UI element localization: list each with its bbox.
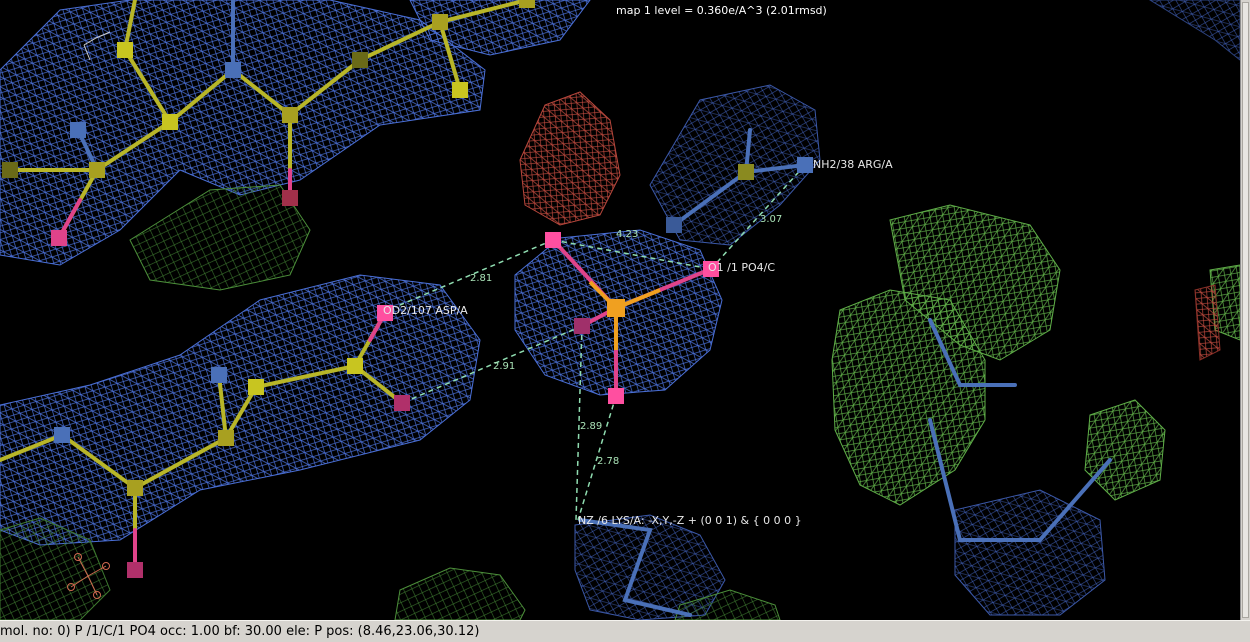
vertical-scrollbar[interactable] xyxy=(1240,0,1250,620)
molecular-graphics-canvas[interactable]: map 1 level = 0.360e/A^3 (2.01rmsd) NH2/… xyxy=(0,0,1240,620)
distance-label: 2.78 xyxy=(597,456,619,467)
distance-label: 2.81 xyxy=(470,273,492,284)
map-and-model-view[interactable]: map 1 level = 0.360e/A^3 (2.01rmsd) NH2/… xyxy=(0,0,1240,620)
distance-label: 2.89 xyxy=(580,421,602,432)
atom-label-po4: O1 /1 PO4/C xyxy=(708,261,775,274)
distance-label: 3.07 xyxy=(760,214,782,225)
scrollbar-thumb[interactable] xyxy=(1242,2,1249,618)
atom-label-lys: NZ /6 LYS/A: -X,Y,-Z + (0 0 1) & { 0 0 0… xyxy=(578,514,802,527)
distance-label: 2.91 xyxy=(493,361,515,372)
status-bar: mol. no: 0) P /1/C/1 PO4 occ: 1.00 bf: 3… xyxy=(0,620,1250,642)
distance-label: 4.23 xyxy=(616,229,638,240)
status-text: mol. no: 0) P /1/C/1 PO4 occ: 1.00 bf: 3… xyxy=(0,624,480,639)
atom-label-arg: NH2/38 ARG/A xyxy=(813,158,893,171)
map-level-readout: map 1 level = 0.360e/A^3 (2.01rmsd) xyxy=(616,4,827,17)
atom-label-asp: OD2/107 ASP/A xyxy=(383,304,468,317)
